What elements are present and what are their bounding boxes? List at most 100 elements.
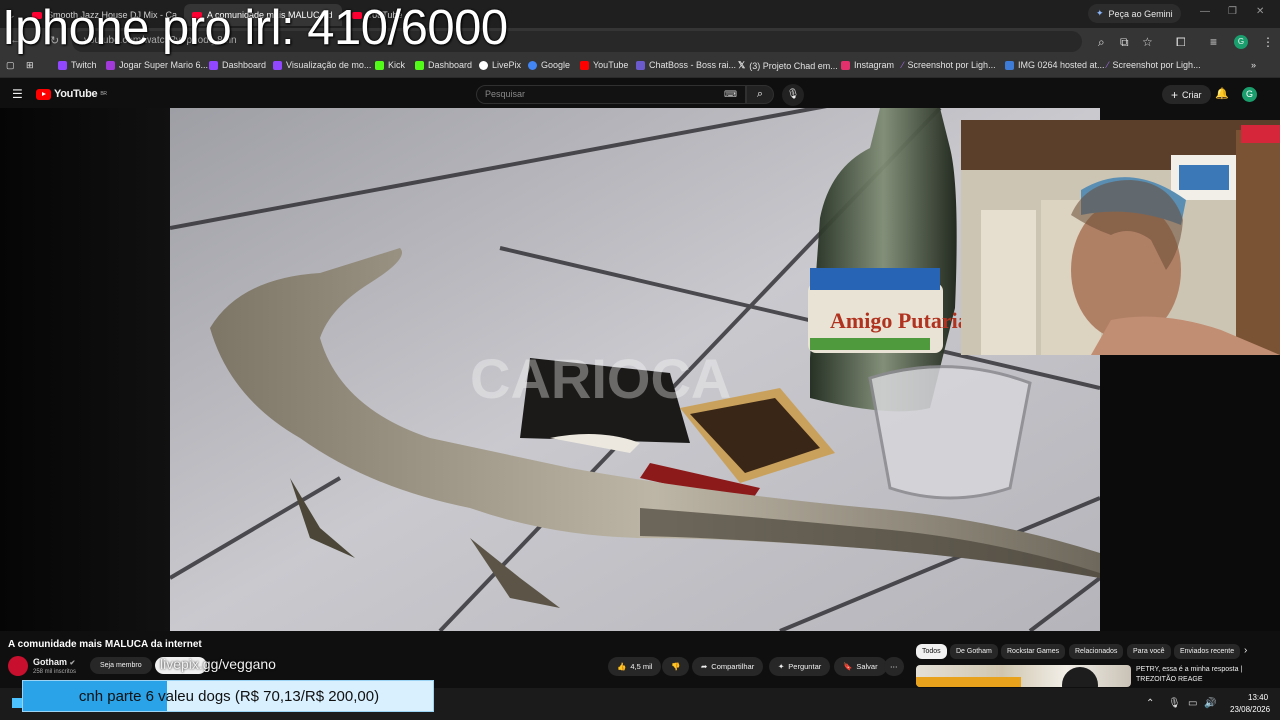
- join-membership-button[interactable]: Seja membro: [90, 657, 152, 674]
- search-input[interactable]: Pesquisar ⌨: [476, 85, 746, 104]
- chip-para-voce[interactable]: Para você: [1127, 644, 1171, 659]
- chevron-right-icon[interactable]: ›: [1244, 645, 1247, 656]
- bookmark-label: (3) Projeto Chad em...: [749, 60, 838, 71]
- bookmark-dashboard-twitch[interactable]: Dashboard: [209, 60, 266, 70]
- bookmark-label: Dashboard: [428, 60, 473, 70]
- zoom-icon[interactable]: ⌕: [1098, 35, 1105, 50]
- feather-icon: ⁄: [902, 60, 904, 70]
- bookmark-label: Instagram: [854, 60, 895, 70]
- save-label: Salvar: [856, 662, 878, 671]
- extensions-icon[interactable]: ⧠: [1176, 35, 1186, 50]
- maximize-icon[interactable]: ❐: [1228, 6, 1237, 17]
- bookmark-label: Kick: [388, 60, 406, 70]
- profile-avatar[interactable]: G: [1234, 35, 1248, 49]
- verified-icon: ✔: [69, 660, 76, 667]
- chip-de-gotham[interactable]: De Gotham: [950, 644, 998, 659]
- bell-icon[interactable]: 🔔: [1215, 87, 1229, 100]
- bookmark-label: Dashboard: [222, 60, 267, 70]
- gemini-label: Peça ao Gemini: [1108, 8, 1173, 19]
- bookmark-mario[interactable]: Jogar Super Mario 6...: [106, 60, 208, 70]
- bookmark-visualizacao[interactable]: Visualização de mo...: [273, 60, 371, 70]
- windows-start-icon[interactable]: [12, 698, 22, 708]
- chatboss-icon: [636, 60, 645, 70]
- channel-avatar[interactable]: [8, 656, 28, 676]
- share-button[interactable]: ➦ Compartilhar: [692, 657, 764, 676]
- save-button[interactable]: 🔖 Salvar: [834, 657, 887, 676]
- bookmark-instagram[interactable]: Instagram: [841, 60, 894, 70]
- clock-date[interactable]: 23/08/2026: [1230, 705, 1270, 714]
- bookmark-screenshot-1[interactable]: ⁄ Screenshot por Ligh...: [902, 60, 996, 70]
- bookmark-dashboard-kick[interactable]: Dashboard: [415, 60, 472, 70]
- donation-goal-bar: cnh parte 6 valeu dogs (R$ 70,13/R$ 200,…: [22, 680, 434, 712]
- bookmark-label: Screenshot por Ligh...: [907, 60, 996, 70]
- share-label: Compartilhar: [711, 662, 755, 671]
- stream-right-panel: [1100, 355, 1280, 631]
- create-button[interactable]: + Criar: [1162, 85, 1211, 104]
- ask-gemini-button[interactable]: ✦ Peça ao Gemini: [1088, 4, 1181, 23]
- chip-rockstar[interactable]: Rockstar Games: [1001, 644, 1066, 659]
- search-button[interactable]: ⌕: [746, 85, 774, 104]
- ask-button[interactable]: ✦ Perguntar: [769, 657, 831, 676]
- create-label: Criar: [1182, 89, 1202, 100]
- chevron-up-icon[interactable]: ⌃: [1146, 698, 1154, 709]
- bookmark-chatboss[interactable]: ChatBoss - Boss rai...: [636, 60, 736, 70]
- bookmark-label: Visualização de mo...: [286, 60, 372, 70]
- bookmark-livepix[interactable]: LivePix: [479, 60, 521, 70]
- bookmark-label: LivePix: [492, 60, 522, 70]
- more-bookmarks-icon[interactable]: »: [1251, 60, 1256, 70]
- bookmark-label: ChatBoss - Boss rai...: [649, 60, 737, 70]
- stream-left-panel: [0, 108, 170, 631]
- minimize-icon[interactable]: —: [1200, 6, 1210, 17]
- bookmark-screenshot-2[interactable]: ⁄ Screenshot por Ligh...: [1107, 60, 1201, 70]
- youtube-logo[interactable]: YouTube BR: [36, 88, 107, 100]
- video-title: A comunidade mais MALUCA da internet: [8, 639, 202, 650]
- like-count: 4,5 mil: [630, 662, 653, 671]
- bookmark-folder-icon[interactable]: ▢: [6, 60, 15, 71]
- more-actions-button[interactable]: ⋯: [884, 657, 904, 676]
- chip-todos[interactable]: Todos: [916, 644, 947, 659]
- search-placeholder: Pesquisar: [485, 89, 526, 99]
- streamer-webcam: [961, 120, 1280, 355]
- bookmark-img-0264[interactable]: IMG 0264 hosted at...: [1005, 60, 1105, 70]
- sparkle-icon: ✦: [778, 662, 785, 671]
- volume-icon[interactable]: 🔊: [1204, 698, 1216, 709]
- menu-kebab-icon[interactable]: ⋮: [1262, 35, 1274, 49]
- donation-goal-text: cnh parte 6 valeu dogs (R$ 70,13/R$ 200,…: [78, 688, 380, 705]
- close-window-icon[interactable]: ✕: [1256, 6, 1264, 17]
- bookmark-twitch[interactable]: Twitch: [58, 60, 97, 70]
- dislike-button[interactable]: 👎: [662, 657, 690, 676]
- account-avatar[interactable]: G: [1242, 87, 1257, 102]
- channel-name[interactable]: Gotham ✔: [33, 657, 75, 667]
- chip-enviados[interactable]: Enviados recente: [1174, 644, 1240, 659]
- bookmark-youtube[interactable]: YouTube: [580, 60, 628, 70]
- microphone-tray-icon[interactable]: 🎙: [1168, 698, 1181, 709]
- recommendation-thumbnail[interactable]: [916, 665, 1131, 687]
- bottle-label: Amigo Putaria: [830, 308, 969, 333]
- youtube-icon: [580, 60, 589, 70]
- voice-search-button[interactable]: 🎙: [782, 84, 804, 106]
- network-icon[interactable]: ▭: [1188, 698, 1197, 709]
- bookmark-icon: 🔖: [843, 662, 853, 671]
- livepix-promo-text: livepix.gg/veggano: [160, 656, 276, 672]
- thumbs-down-icon: 👎: [671, 662, 681, 671]
- google-icon: [528, 60, 537, 70]
- bookmark-google[interactable]: Google: [528, 60, 570, 70]
- bookmark-label: Twitch: [71, 60, 97, 70]
- bookmark-x[interactable]: 𝕏 (3) Projeto Chad em...: [738, 60, 838, 71]
- keyboard-icon[interactable]: ⌨: [724, 89, 737, 100]
- channel-name-text: Gotham: [33, 657, 68, 667]
- chip-relacionados[interactable]: Relacionados: [1069, 644, 1124, 659]
- youtube-play-icon: [36, 88, 51, 100]
- share-icon: ➦: [701, 662, 708, 671]
- feather-icon: ⁄: [1107, 60, 1109, 70]
- tab-search-icon[interactable]: ≡: [1210, 35, 1217, 49]
- plus-icon: +: [1171, 87, 1179, 102]
- apps-grid-icon[interactable]: ⊞: [26, 60, 34, 71]
- like-button[interactable]: 👍 4,5 mil: [608, 657, 662, 676]
- recommendation-title[interactable]: PETRY, essa é a minha resposta | TREZOIT…: [1136, 665, 1276, 685]
- bookmark-kick[interactable]: Kick: [375, 60, 405, 70]
- hamburger-menu-icon[interactable]: ☰: [12, 87, 23, 101]
- cast-icon[interactable]: ⧉: [1120, 35, 1129, 50]
- clock-time[interactable]: 13:40: [1248, 693, 1268, 702]
- star-icon[interactable]: ☆: [1142, 35, 1153, 49]
